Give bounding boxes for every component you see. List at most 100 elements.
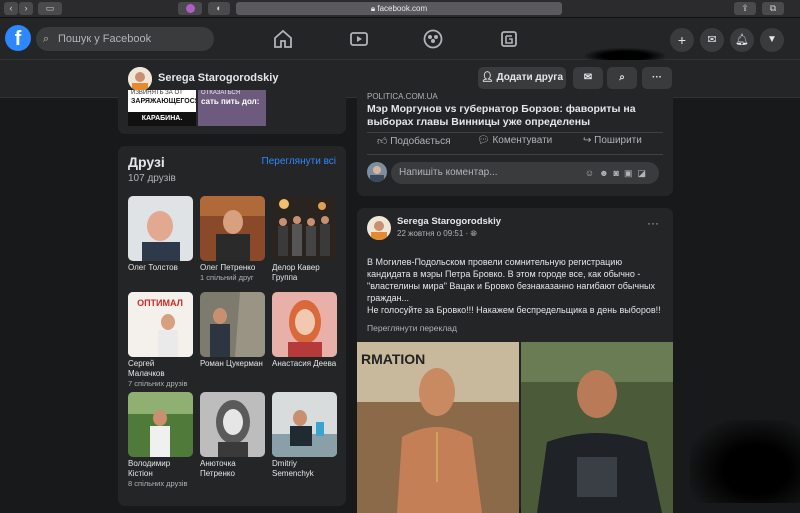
share-icon: ↪ <box>583 135 592 146</box>
friend-name[interactable]: Роман Цукерман <box>200 359 265 369</box>
shared-post-card: POLITICA.COM.UA Мэр Моргунов vs губернат… <box>357 90 673 196</box>
mutual-friends: 8 спільних друзів <box>128 479 188 488</box>
like-icon: 👍︎ <box>377 136 388 147</box>
friend-photo[interactable] <box>128 392 193 457</box>
create-button[interactable]: + <box>670 28 694 52</box>
like-button[interactable]: 👍︎ Подобається <box>377 135 451 147</box>
facebook-nav: f ⌕ Пошук у Facebook + ✉ 🔔︎ ▼ <box>0 18 800 64</box>
obscured-corner <box>690 420 800 503</box>
friend-card[interactable]: Олег Петренко 1 спільний друг <box>200 196 265 282</box>
post-author-avatar[interactable] <box>367 216 391 240</box>
share-button[interactable]: ⇪ <box>734 2 756 15</box>
globe-icon: 🌐︎ <box>470 229 477 238</box>
friend-photo[interactable]: ОПТИМАЛ <box>128 292 193 357</box>
friend-card[interactable]: Роман Цукерман <box>200 292 265 369</box>
sticker-icons: ☺☻◙▣◪ <box>584 168 651 178</box>
friend-card[interactable]: Dmitriy Semenchyk <box>272 392 337 479</box>
photo-caption: ИЗВИНЯТЬ ЗА ОТ <box>131 90 183 96</box>
friend-name[interactable]: Олег Петренко <box>200 263 265 273</box>
friend-name[interactable]: Анюточка Петренко <box>200 459 265 479</box>
more-icon: ··· <box>652 72 662 83</box>
tabs-button[interactable]: ⧉ <box>762 2 784 15</box>
address-bar[interactable]: 🔒︎ facebook.com <box>236 2 562 15</box>
post-time: 22 жовтня о 09:51 · 🌐︎ <box>397 229 477 239</box>
friend-name[interactable]: Сергей Малачков <box>128 359 193 379</box>
optimal-logo: ОПТИМАЛ <box>137 298 183 308</box>
see-translation-link[interactable]: Переглянути переклад <box>367 323 457 333</box>
friend-name[interactable]: Делор Кавер Группа <box>272 263 337 283</box>
facebook-logo-icon[interactable]: f <box>5 25 31 51</box>
like-label: Подобається <box>390 136 451 147</box>
friend-name[interactable]: Олег Толстов <box>128 263 193 273</box>
photo-caption: ЗАРЯЖАЮЩЕГОСЯ <box>131 98 196 105</box>
friend-card[interactable]: Делор Кавер Группа <box>272 196 337 283</box>
profile-avatar[interactable] <box>128 67 152 91</box>
post-time-text[interactable]: 22 жовтня о 09:51 · <box>397 229 470 238</box>
browser-toolbar: ‹ › ▭ ◐ 🔒︎ facebook.com ⇪ ⧉ <box>0 0 800 18</box>
photo-caption: КАРАБИНА. <box>128 112 196 126</box>
comment-icon: 💬︎ <box>477 135 490 146</box>
messenger-icon[interactable]: ✉ <box>700 28 724 52</box>
gaming-icon[interactable] <box>498 28 520 50</box>
messenger-icon: ✉ <box>583 72 593 83</box>
sidebar-toggle-button[interactable]: ▭ <box>38 2 62 15</box>
search-profile-button[interactable]: ⌕ <box>607 67 637 89</box>
link-headline[interactable]: Мэр Моргунов vs губернатор Борзов: фавор… <box>367 103 657 129</box>
search-input[interactable]: ⌕ Пошук у Facebook <box>36 27 214 51</box>
friend-name[interactable]: Анастасия Деева <box>272 359 337 369</box>
photo-thumbnail[interactable]: ОТКАЗАТЬСЯ сать пить дол: <box>198 90 266 126</box>
friend-photo[interactable] <box>272 392 337 457</box>
photos-card: ИЗВИНЯТЬ ЗА ОТ ЗАРЯЖАЮЩЕГОСЯ КАРАБИНА. О… <box>118 90 346 134</box>
post-divider <box>367 154 663 155</box>
friend-card[interactable]: Анюточка Петренко <box>200 392 265 479</box>
friend-photo[interactable] <box>128 196 193 261</box>
profile-name[interactable]: Serega Starogorodskiy <box>158 72 278 84</box>
url-text: facebook.com <box>377 4 428 13</box>
friend-name[interactable]: Dmitriy Semenchyk <box>272 459 337 479</box>
post-image[interactable]: RMATION <box>357 342 673 513</box>
commenter-avatar[interactable] <box>367 162 387 182</box>
friends-title: Друзі <box>128 154 165 170</box>
friend-card[interactable]: Олег Толстов <box>128 196 193 273</box>
comment-input[interactable]: Напишіть коментар... ☺☻◙▣◪ <box>391 162 659 184</box>
friends-count: 107 друзів <box>128 173 176 184</box>
notifications-icon[interactable]: 🔔︎ <box>730 28 754 52</box>
friend-photo[interactable] <box>272 292 337 357</box>
friend-card[interactable]: Володимир Кістіон 8 спільних друзів <box>128 392 193 488</box>
account-menu-icon[interactable]: ▼ <box>760 28 784 52</box>
friend-name[interactable]: Володимир Кістіон <box>128 459 193 479</box>
search-icon: ⌕ <box>619 72 625 83</box>
friend-card[interactable]: Анастасия Деева <box>272 292 337 369</box>
lock-icon: 🔒︎ <box>370 4 376 13</box>
friend-photo[interactable] <box>200 196 265 261</box>
friend-photo[interactable] <box>200 292 265 357</box>
mutual-friends: 1 спільний друг <box>200 273 254 282</box>
search-icon: ⌕ <box>43 33 50 45</box>
search-placeholder: Пошук у Facebook <box>58 33 152 45</box>
home-icon[interactable] <box>272 28 294 50</box>
see-all-friends-link[interactable]: Переглянути всі <box>262 156 336 167</box>
back-button[interactable]: ‹ <box>4 2 18 15</box>
privacy-icon[interactable]: ◐ <box>208 2 230 15</box>
friend-photo[interactable] <box>200 392 265 457</box>
watch-icon[interactable] <box>348 28 370 50</box>
share-label: Поширити <box>594 135 642 146</box>
share-button[interactable]: ↪ Поширити <box>583 135 642 146</box>
feed-column: POLITICA.COM.UA Мэр Моргунов vs губернат… <box>357 90 673 513</box>
message-button[interactable]: ✉ <box>573 67 603 89</box>
friend-card[interactable]: ОПТИМАЛ Сергей Малачков 7 спільних друзі… <box>128 292 193 388</box>
groups-icon[interactable] <box>422 28 444 50</box>
image-text: RMATION <box>361 351 425 367</box>
comment-button[interactable]: 💬︎ Коментувати <box>477 135 552 146</box>
post-more-button[interactable]: ··· <box>647 216 659 230</box>
extension-icon[interactable] <box>178 2 202 15</box>
friend-photo[interactable] <box>272 196 337 261</box>
add-friend-button[interactable]: 👤︎ Додати друга <box>478 67 566 89</box>
forward-button[interactable]: › <box>19 2 33 15</box>
post-author[interactable]: Serega Starogorodskiy <box>397 216 501 227</box>
link-source: POLITICA.COM.UA <box>367 92 438 101</box>
photo-thumbnail[interactable]: ИЗВИНЯТЬ ЗА ОТ ЗАРЯЖАЮЩЕГОСЯ КАРАБИНА. <box>128 90 196 126</box>
left-column: ИЗВИНЯТЬ ЗА ОТ ЗАРЯЖАЮЩЕГОСЯ КАРАБИНА. О… <box>118 90 346 506</box>
more-options-button[interactable]: ··· <box>642 67 672 89</box>
post-card: Serega Starogorodskiy 22 жовтня о 09:51 … <box>357 208 673 513</box>
